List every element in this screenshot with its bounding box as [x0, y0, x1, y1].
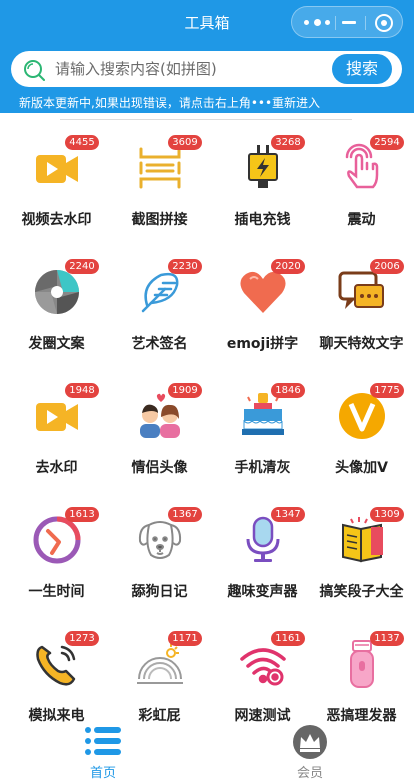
tool-label: 去水印: [35, 460, 78, 476]
tool-item[interactable]: 2006 聊天特效文字: [310, 249, 413, 373]
hair-clipper-icon: [337, 639, 387, 689]
tool-item[interactable]: 1367 舔狗日记: [108, 497, 211, 621]
chat-bubble-icon: [337, 267, 387, 317]
stitch-icon: [135, 143, 185, 193]
video-play-icon: [32, 143, 82, 193]
tool-item[interactable]: 2020 emoji拼字: [211, 249, 314, 373]
usage-count-badge: 1273: [65, 631, 99, 646]
microphone-icon: [238, 515, 288, 565]
usage-count-badge: 2594: [370, 135, 404, 150]
usage-count-badge: 1161: [271, 631, 305, 646]
book-icon: [337, 515, 387, 565]
tool-item[interactable]: 1948 去水印: [5, 373, 108, 497]
usage-count-badge: 3609: [168, 135, 202, 150]
list-icon: [85, 727, 121, 755]
usage-count-badge: 1775: [370, 383, 404, 398]
dog-icon: [135, 515, 185, 565]
tool-item[interactable]: 1909 情侣头像: [108, 373, 211, 497]
mini-program-capsule: [291, 6, 403, 38]
tool-item[interactable]: 3268 插电充钱: [211, 125, 314, 249]
usage-count-badge: 2020: [271, 259, 305, 274]
capsule-divider: [335, 16, 336, 30]
cake-icon: [238, 391, 288, 441]
tool-label: 插电充钱: [234, 212, 291, 228]
usage-count-badge: 3268: [271, 135, 305, 150]
tool-label: 趣味变声器: [227, 584, 298, 600]
divider: [60, 119, 352, 120]
tool-item[interactable]: 1846 手机清灰: [211, 373, 314, 497]
capsule-divider: [365, 16, 366, 30]
tool-item[interactable]: 1613 一生时间: [5, 497, 108, 621]
usage-count-badge: 1309: [370, 507, 404, 522]
tool-item[interactable]: 4455 视频去水印: [5, 125, 108, 249]
tab-home[interactable]: 首页: [43, 722, 163, 780]
search-bar: 搜索: [11, 51, 402, 87]
tool-label: 情侣头像: [131, 460, 188, 476]
usage-count-badge: 2230: [168, 259, 202, 274]
tool-item[interactable]: 1775 头像加V: [310, 373, 413, 497]
feather-icon: [135, 267, 185, 317]
tool-label: emoji拼字: [226, 336, 299, 352]
tab-vip-label: 会员: [296, 766, 323, 780]
usage-count-badge: 2006: [370, 259, 404, 274]
search-button[interactable]: 搜索: [332, 54, 392, 84]
usage-count-badge: 1909: [168, 383, 202, 398]
usage-count-badge: 1613: [65, 507, 99, 522]
clock-icon: [32, 515, 82, 565]
tool-item[interactable]: 1347 趣味变声器: [211, 497, 314, 621]
heart-icon: [238, 267, 288, 317]
tool-label: 头像加V: [335, 460, 388, 476]
usage-count-badge: 4455: [65, 135, 99, 150]
video-play-icon: [32, 391, 82, 441]
tool-label: 震动: [347, 212, 376, 228]
plug-charge-icon: [238, 143, 288, 193]
update-notice: 新版本更新中,如果出现错误，请点击右上角•••重新进入: [19, 96, 321, 110]
usage-count-badge: 1367: [168, 507, 202, 522]
search-icon: [24, 60, 45, 81]
usage-count-badge: 1171: [168, 631, 202, 646]
tool-label: 视频去水印: [21, 212, 92, 228]
crown-icon: [293, 725, 327, 759]
rainbow-icon: [135, 639, 185, 689]
tool-label: 聊天特效文字: [319, 336, 404, 352]
tool-label: 截图拼接: [131, 212, 188, 228]
usage-count-badge: 1137: [370, 631, 404, 646]
tool-label: 艺术签名: [131, 336, 188, 352]
couple-icon: [135, 391, 185, 441]
tool-label: 舔狗日记: [131, 584, 188, 600]
tool-label: 搞笑段子大全: [319, 584, 404, 600]
tool-label: 一生时间: [28, 584, 85, 600]
minimize-icon[interactable]: [342, 21, 356, 24]
tool-item[interactable]: 2230 艺术签名: [108, 249, 211, 373]
wifi-icon: [238, 639, 288, 689]
tab-vip[interactable]: 会员: [250, 722, 370, 780]
search-input[interactable]: [55, 51, 335, 87]
usage-count-badge: 2240: [65, 259, 99, 274]
tab-bar: 首页 会员: [0, 722, 414, 780]
aperture-icon: [32, 267, 82, 317]
phone-icon: [32, 639, 82, 689]
tool-item[interactable]: 3609 截图拼接: [108, 125, 211, 249]
v-badge-icon: [337, 391, 387, 441]
usage-count-badge: 1846: [271, 383, 305, 398]
tool-item[interactable]: 2240 发圈文案: [5, 249, 108, 373]
usage-count-badge: 1347: [271, 507, 305, 522]
target-close-icon[interactable]: [375, 14, 393, 32]
tool-item[interactable]: 2594 震动: [310, 125, 413, 249]
usage-count-badge: 1948: [65, 383, 99, 398]
tool-label: 发圈文案: [28, 336, 85, 352]
tab-home-label: 首页: [89, 766, 116, 780]
header-bar: 工具箱 搜索 新版本更新中,如果出现错误，请点击右上角•••重新进入: [0, 0, 414, 113]
tool-item[interactable]: 1309 搞笑段子大全: [310, 497, 413, 621]
tool-label: 手机清灰: [234, 460, 291, 476]
more-dots-icon[interactable]: [304, 17, 330, 27]
finger-tap-icon: [337, 143, 387, 193]
